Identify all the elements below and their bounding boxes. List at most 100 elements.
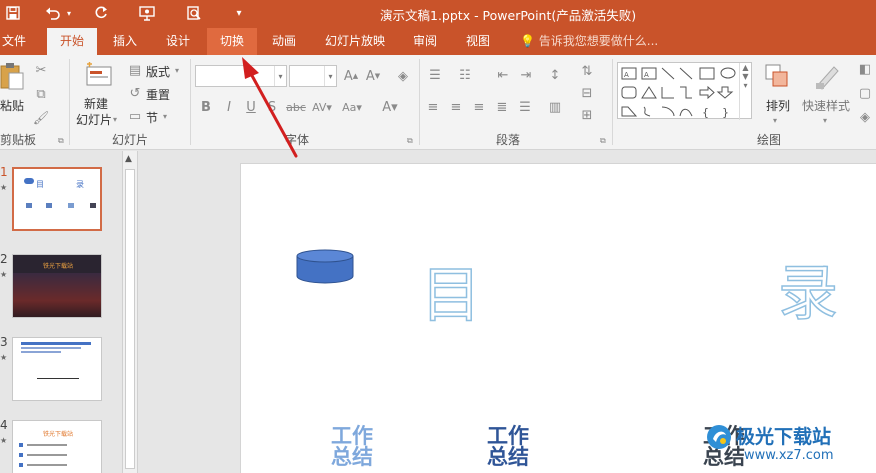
new-slide-label[interactable]: 新建 xyxy=(84,95,108,112)
separator xyxy=(612,59,613,145)
svg-text:{: { xyxy=(702,106,709,119)
align-left-icon[interactable]: ≡ xyxy=(425,99,441,115)
shape-effects-icon[interactable]: ◈ xyxy=(856,109,874,125)
arrange-label[interactable]: 排列 xyxy=(766,97,790,114)
shapes-gallery[interactable]: A A { } ▲ ▼ ▾ xyxy=(617,62,752,120)
bullets-icon[interactable]: ☰ xyxy=(425,67,445,83)
save-icon[interactable] xyxy=(2,3,24,23)
watermark-logo-icon xyxy=(707,425,731,449)
text-direction-icon[interactable]: ⇅ xyxy=(578,63,596,79)
paste-label[interactable]: 粘贴 xyxy=(0,97,24,114)
quick-styles-label[interactable]: 快速样式 xyxy=(802,97,850,114)
font-size-dropdown-icon[interactable]: ▾ xyxy=(324,66,336,86)
slide-thumbnail-1[interactable]: 目 录 xyxy=(12,167,102,231)
tab-design[interactable]: 设计 xyxy=(158,28,198,55)
quick-styles-icon[interactable] xyxy=(810,61,844,91)
arrange-icon[interactable] xyxy=(762,61,792,91)
tell-me-box[interactable]: 💡 告诉我您想要做什么... xyxy=(520,28,658,55)
tab-slideshow[interactable]: 幻灯片放映 xyxy=(318,28,392,55)
slide-title-left[interactable]: 目 xyxy=(420,265,482,327)
tab-review[interactable]: 审阅 xyxy=(405,28,445,55)
tab-home[interactable]: 开始 xyxy=(47,28,97,55)
tab-file[interactable]: 文件 xyxy=(0,28,28,55)
section-label[interactable]: 节 xyxy=(146,109,158,126)
customize-icon[interactable]: ▾ xyxy=(232,3,246,23)
char-spacing-icon[interactable]: AV▾ xyxy=(310,99,334,115)
thumb-item xyxy=(26,203,32,208)
paragraph-launcher-icon[interactable]: ⧉ xyxy=(600,136,606,146)
scrollbar-thumb[interactable] xyxy=(125,169,135,469)
new-slide-icon[interactable] xyxy=(84,61,114,89)
arrange-dropdown-icon[interactable]: ▾ xyxy=(770,113,780,127)
columns-icon[interactable]: ▥ xyxy=(545,99,565,115)
undo-dropdown-icon[interactable]: ▾ xyxy=(64,3,74,23)
font-color-icon[interactable]: A▾ xyxy=(378,99,402,115)
new-slide-dropdown-icon[interactable]: ▾ xyxy=(110,112,120,126)
cut-icon[interactable]: ✂ xyxy=(32,61,50,79)
slide-thumbnail-2[interactable]: 铁光下载站 xyxy=(12,254,102,318)
clear-format-icon[interactable]: ◈ xyxy=(395,68,411,84)
present-icon[interactable] xyxy=(136,3,158,23)
reset-icon[interactable]: ↺ xyxy=(128,86,142,101)
decrease-indent-icon[interactable]: ⇤ xyxy=(494,67,512,83)
shapes-gallery-icons: A A { } xyxy=(621,67,736,119)
thumb-rule xyxy=(37,378,79,379)
decrease-font-icon[interactable]: A ▼ xyxy=(365,68,381,84)
agenda-item-1[interactable]: 工作 总结 xyxy=(331,426,373,468)
undo-icon[interactable] xyxy=(42,3,64,23)
thumb-subtitle: 录 xyxy=(76,180,84,189)
format-painter-icon[interactable]: 🖌 xyxy=(32,109,50,127)
layout-dropdown-icon[interactable]: ▾ xyxy=(172,63,182,77)
slide-thumbnail-3[interactable] xyxy=(12,337,102,401)
thumbnail-scrollbar[interactable]: ▲ xyxy=(122,151,138,473)
font-name-combo[interactable]: ▾ xyxy=(195,65,287,87)
align-center-icon[interactable]: ≡ xyxy=(448,99,464,115)
layout-icon[interactable]: ▤ xyxy=(128,63,142,78)
strikethrough-icon[interactable]: abc xyxy=(286,99,306,115)
line-spacing-icon[interactable]: ↕ xyxy=(546,67,564,83)
section-dropdown-icon[interactable]: ▾ xyxy=(160,109,170,123)
justify-icon[interactable]: ≣ xyxy=(494,99,510,115)
smartart-icon[interactable]: ⊞ xyxy=(578,107,596,123)
paragraph-group-label: 段落 xyxy=(496,133,521,147)
bold-icon[interactable]: B xyxy=(199,99,213,115)
agenda-item-2[interactable]: 工作 总结 xyxy=(487,426,529,468)
clipboard-launcher-icon[interactable]: ⧉ xyxy=(58,136,64,146)
transition-star-icon: ★ xyxy=(0,353,8,362)
transition-star-icon: ★ xyxy=(0,270,8,279)
cylinder-shape[interactable] xyxy=(296,249,356,285)
section-icon[interactable]: ▭ xyxy=(128,109,142,124)
font-launcher-icon[interactable]: ⧉ xyxy=(407,136,413,146)
change-case-icon[interactable]: Aa▾ xyxy=(340,99,364,115)
slide-title-right[interactable]: 录 xyxy=(777,263,839,325)
shadow-icon[interactable]: S xyxy=(265,99,279,115)
align-text-icon[interactable]: ⊟ xyxy=(578,85,596,101)
tab-view[interactable]: 视图 xyxy=(458,28,498,55)
slide-thumbnail-4[interactable]: 铁光下载站 xyxy=(12,420,102,473)
distribute-icon[interactable]: ☰ xyxy=(517,99,533,115)
increase-font-icon[interactable]: A ▲ xyxy=(343,68,359,84)
layout-label[interactable]: 版式 xyxy=(146,63,170,80)
tab-animations[interactable]: 动画 xyxy=(264,28,304,55)
copy-icon[interactable]: ⧉ xyxy=(32,85,50,103)
align-right-icon[interactable]: ≡ xyxy=(471,99,487,115)
preview-icon[interactable] xyxy=(183,3,205,23)
reset-label[interactable]: 重置 xyxy=(146,86,170,103)
shape-fill-icon[interactable]: ◧ xyxy=(856,61,874,77)
paste-icon[interactable] xyxy=(0,61,24,91)
tab-insert[interactable]: 插入 xyxy=(105,28,145,55)
italic-icon[interactable]: I xyxy=(222,99,236,115)
font-name-dropdown-icon[interactable]: ▾ xyxy=(274,66,286,86)
shapes-scroll[interactable]: ▲ ▼ ▾ xyxy=(739,63,751,120)
underline-icon[interactable]: U xyxy=(244,99,258,115)
new-slide-label-2[interactable]: 幻灯片 xyxy=(76,111,112,128)
font-size-combo[interactable]: ▾ xyxy=(289,65,337,87)
shape-outline-icon[interactable]: ▢ xyxy=(856,85,874,101)
increase-indent-icon[interactable]: ⇥ xyxy=(517,67,535,83)
redo-icon[interactable] xyxy=(90,3,112,23)
agenda-item-line2: 总结 xyxy=(331,445,373,469)
scroll-up-icon[interactable]: ▲ xyxy=(125,154,132,164)
tab-transitions[interactable]: 切换 xyxy=(207,28,257,55)
quick-styles-dropdown-icon[interactable]: ▾ xyxy=(820,113,830,127)
numbering-icon[interactable]: ☷ xyxy=(455,67,475,83)
